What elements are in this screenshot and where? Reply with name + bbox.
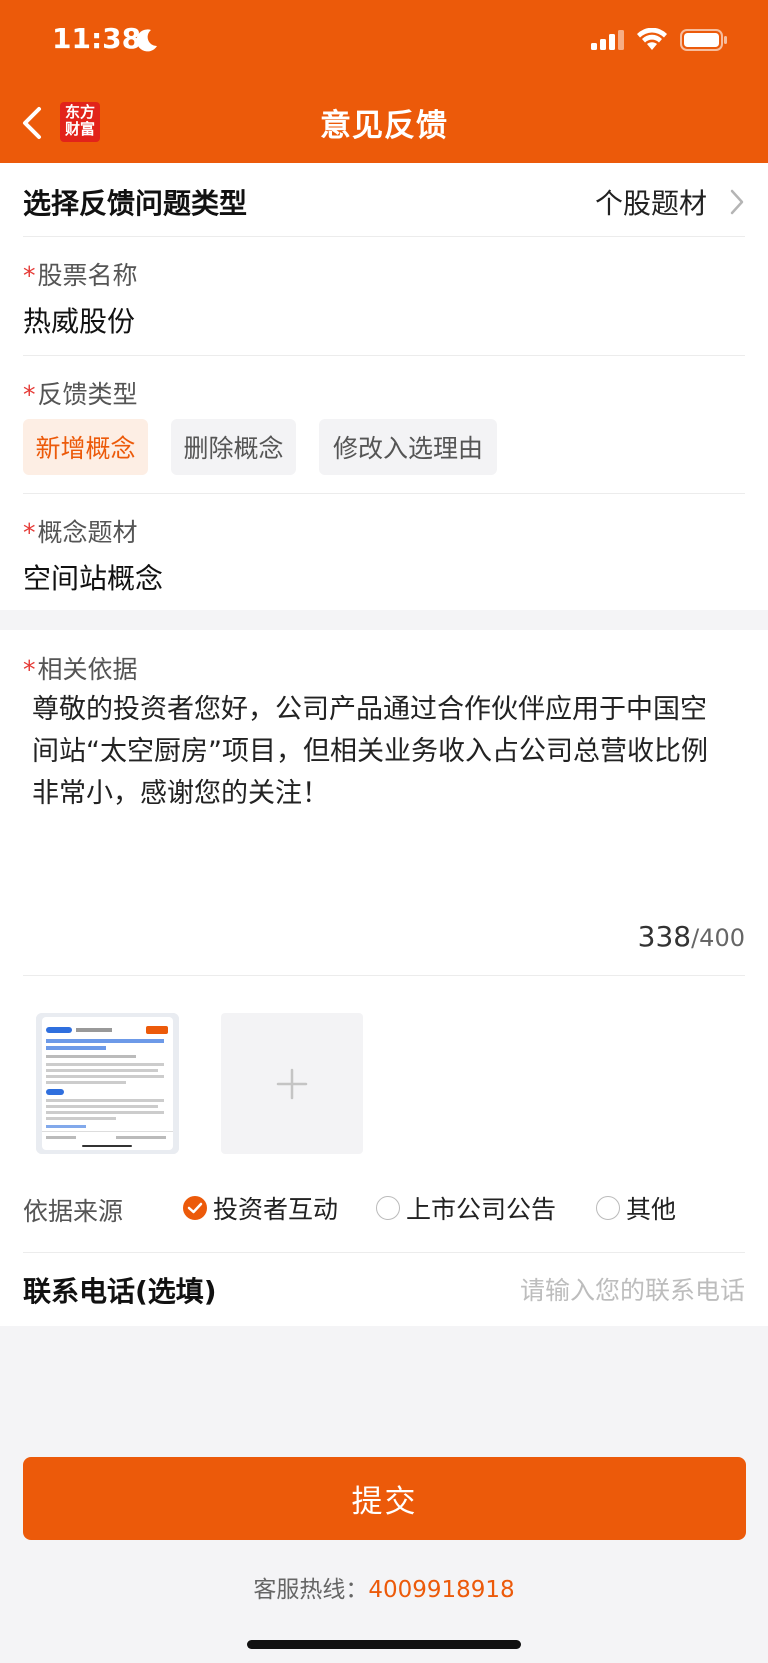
stock-name-label-text: 股票名称: [37, 261, 138, 290]
feedback-kind-label-text: 反馈类型: [37, 380, 138, 409]
radio-unchecked-icon: [376, 1196, 400, 1220]
battery-icon: [680, 29, 727, 51]
char-count: 338: [637, 920, 692, 953]
source-label: 依据来源: [23, 1197, 124, 1226]
concept-label: *概念题材: [23, 513, 138, 549]
chevron-right-icon: [730, 189, 744, 215]
moon-icon: [136, 29, 157, 52]
source-option-label: 其他: [626, 1195, 677, 1224]
phone-label: 联系电话(选填): [23, 1275, 217, 1308]
phone-row: 联系电话(选填): [23, 1270, 745, 1312]
radio-checked-icon: [183, 1196, 207, 1220]
add-attachment-button[interactable]: [221, 1013, 363, 1154]
stock-name-label: *股票名称: [23, 256, 138, 292]
divider: [23, 975, 745, 976]
stock-name-value[interactable]: 热威股份: [23, 300, 135, 340]
hotline: 客服热线：4009918918: [0, 1570, 768, 1604]
phone-input[interactable]: [445, 1270, 745, 1310]
basis-label: *相关依据: [23, 650, 138, 686]
basis-label-text: 相关依据: [37, 655, 138, 684]
page-title: 意见反馈: [320, 108, 448, 144]
divider: [23, 1252, 745, 1253]
required-mark: *: [23, 518, 36, 547]
hotline-number[interactable]: 4009918918: [368, 1577, 514, 1603]
submit-button[interactable]: 提交: [23, 1457, 746, 1540]
required-mark: *: [23, 655, 36, 684]
wifi-icon: [637, 28, 667, 50]
required-mark: *: [23, 380, 36, 409]
feedback-type-selector[interactable]: 选择反馈问题类型 个股题材: [23, 182, 745, 224]
divider: [23, 493, 745, 494]
status-time: 11:38: [52, 22, 142, 55]
hotline-label: 客服热线：: [253, 1577, 369, 1603]
feedback-kind-label: *反馈类型: [23, 375, 138, 411]
chip-delete-concept[interactable]: 删除概念: [171, 419, 296, 475]
app-header: 11:38 东方 财富 意见反馈: [0, 0, 768, 163]
home-indicator[interactable]: [247, 1640, 521, 1649]
divider: [23, 236, 745, 237]
char-max: /400: [691, 924, 745, 952]
required-mark: *: [23, 261, 36, 290]
char-counter: 338/400: [638, 920, 745, 953]
source-radio-group: 依据来源 投资者互动 上市公司公告 其他: [23, 1190, 745, 1230]
attachment-thumbnail[interactable]: [36, 1013, 179, 1154]
radio-unchecked-icon: [596, 1196, 620, 1220]
source-option-investor-interaction[interactable]: 投资者互动: [183, 1190, 338, 1226]
concept-value[interactable]: 空间站概念: [23, 557, 163, 597]
basis-textarea[interactable]: 尊敬的投资者您好，公司产品通过合作伙伴应用于中国空间站“太空厨房”项目，但相关业…: [32, 689, 732, 815]
chip-add-concept[interactable]: 新增概念: [23, 419, 148, 475]
source-option-other[interactable]: 其他: [596, 1190, 676, 1226]
source-option-label: 投资者互动: [213, 1195, 339, 1224]
feedback-type-value: 个股题材: [594, 187, 707, 220]
cellular-signal-icon: [591, 30, 624, 50]
divider: [23, 355, 745, 356]
source-option-label: 上市公司公告: [406, 1195, 557, 1224]
feedback-type-label: 选择反馈问题类型: [23, 187, 248, 220]
concept-label-text: 概念题材: [37, 518, 138, 547]
chip-modify-reason[interactable]: 修改入选理由: [319, 419, 497, 475]
screenshot-preview-image: [36, 1013, 179, 1154]
plus-icon: [276, 1068, 308, 1099]
source-option-listed-announcement[interactable]: 上市公司公告: [376, 1190, 556, 1226]
